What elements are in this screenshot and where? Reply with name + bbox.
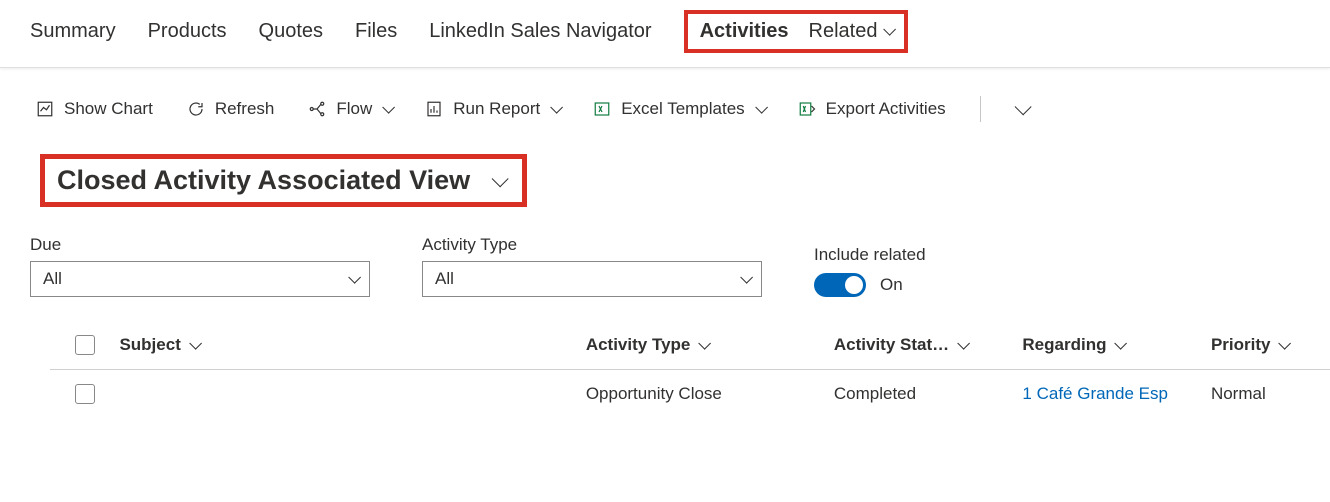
tabs-highlighted-group: Activities Related [684,10,909,53]
overflow-button[interactable] [1015,103,1027,115]
due-filter: Due All [30,235,370,297]
chevron-down-icon [740,271,753,284]
tab-related-label: Related [809,20,878,43]
chevron-down-icon [492,170,509,187]
column-header-priority[interactable]: Priority [1211,335,1330,355]
run-report-label: Run Report [453,99,540,119]
chevron-down-icon [1014,98,1031,115]
flow-label: Flow [336,99,372,119]
tab-quotes[interactable]: Quotes [259,20,323,43]
tab-related[interactable]: Related [809,20,893,43]
toolbar-divider [980,96,981,122]
col-priority-label: Priority [1211,335,1271,355]
refresh-label: Refresh [215,99,275,119]
activity-type-filter: Activity Type All [422,235,762,297]
tab-linkedin[interactable]: LinkedIn Sales Navigator [429,20,651,43]
chevron-down-icon [884,23,897,36]
activity-type-select[interactable]: All [422,261,762,297]
cell-activity-type: Opportunity Close [586,384,834,404]
chevron-down-icon [699,337,712,350]
export-activities-button[interactable]: Export Activities [798,99,946,119]
excel-templates-button[interactable]: Excel Templates [593,99,763,119]
column-header-activity-type[interactable]: Activity Type [586,335,834,355]
filters-bar: Due All Activity Type All Include relate… [0,207,1330,321]
table-header-row: Subject Activity Type Activity Stat… Reg… [50,321,1330,370]
refresh-icon [187,100,205,118]
show-chart-button[interactable]: Show Chart [36,99,153,119]
activities-table: Subject Activity Type Activity Stat… Reg… [0,321,1330,418]
run-report-button[interactable]: Run Report [425,99,559,119]
select-all-checkbox[interactable] [75,335,95,355]
chevron-down-icon [383,101,396,114]
include-related-filter: Include related On [814,245,926,297]
tab-products[interactable]: Products [148,20,227,43]
activity-type-label: Activity Type [422,235,762,255]
view-selector[interactable]: Closed Activity Associated View [40,154,527,207]
due-select[interactable]: All [30,261,370,297]
column-header-regarding[interactable]: Regarding [1022,335,1211,355]
excel-templates-label: Excel Templates [621,99,744,119]
view-title-area: Closed Activity Associated View [40,154,1330,207]
toggle-knob [845,276,863,294]
include-related-value: On [880,275,903,295]
show-chart-label: Show Chart [64,99,153,119]
col-regarding-label: Regarding [1022,335,1106,355]
col-type-label: Activity Type [586,335,691,355]
tab-files[interactable]: Files [355,20,397,43]
excel-icon [593,100,611,118]
view-title-text: Closed Activity Associated View [57,165,470,196]
row-checkbox[interactable] [75,384,95,404]
chevron-down-icon [1115,337,1128,350]
flow-button[interactable]: Flow [308,99,391,119]
due-value: All [43,269,62,289]
tabs-bar: Summary Products Quotes Files LinkedIn S… [0,0,1330,68]
tab-summary[interactable]: Summary [30,20,116,43]
chevron-down-icon [550,101,563,114]
chevron-down-icon [1279,337,1292,350]
excel-export-icon [798,100,816,118]
chart-icon [36,100,54,118]
column-header-activity-status[interactable]: Activity Stat… [834,335,1023,355]
tab-activities[interactable]: Activities [700,20,789,43]
chevron-down-icon [755,101,768,114]
cell-activity-status: Completed [834,384,1023,404]
table-row[interactable]: Opportunity Close Completed 1 Café Grand… [50,370,1330,418]
column-header-subject[interactable]: Subject [119,335,585,355]
flow-icon [308,100,326,118]
chevron-down-icon [189,337,202,350]
col-status-label: Activity Stat… [834,335,949,355]
col-subject-label: Subject [119,335,180,355]
chevron-down-icon [957,337,970,350]
cell-regarding-link[interactable]: 1 Café Grande Esp [1022,384,1211,404]
due-label: Due [30,235,370,255]
export-activities-label: Export Activities [826,99,946,119]
cell-priority: Normal [1211,384,1330,404]
activity-type-value: All [435,269,454,289]
refresh-button[interactable]: Refresh [187,99,275,119]
command-bar: Show Chart Refresh Flow Run Report Excel… [0,68,1330,140]
report-icon [425,100,443,118]
include-related-label: Include related [814,245,926,265]
chevron-down-icon [348,271,361,284]
include-related-toggle[interactable] [814,273,866,297]
